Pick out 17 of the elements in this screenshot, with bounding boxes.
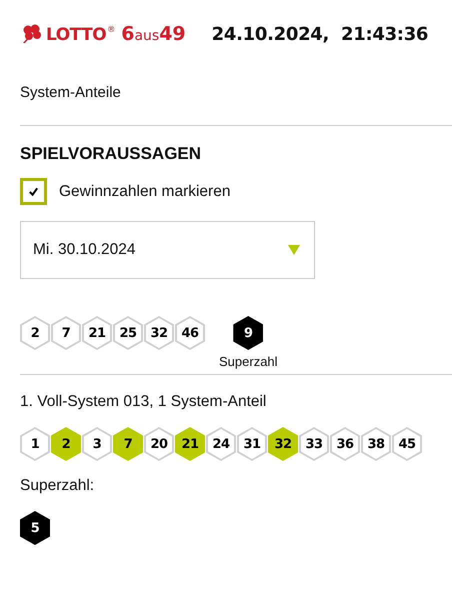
superzahl-label: Superzahl: (20, 477, 96, 495)
date-dropdown[interactable]: Mi. 30.10.2024 (20, 221, 315, 279)
timestamp: 24.10.2024, 21:43:36 (212, 24, 428, 44)
clover-icon (20, 24, 44, 44)
logo-wordmark: LOTTO (46, 25, 106, 45)
section-label: System-Anteile (20, 84, 122, 101)
section-heading: SPIELVORAUSSAGEN (20, 144, 202, 164)
registered-mark: ® (107, 25, 116, 34)
system-title: 1. Voll-System 013, 1 System-Anteil (20, 393, 268, 411)
superzahl-label: Superzahl (219, 354, 278, 369)
check-icon (28, 186, 39, 197)
logo-aus: aus (134, 28, 160, 44)
checkbox-label: Gewinnzahlen markieren (59, 182, 230, 200)
logo-fortynine: 49 (159, 23, 186, 45)
dropdown-caret-icon (288, 245, 300, 255)
logo-six: 6 (121, 23, 134, 45)
checkbox[interactable] (20, 178, 47, 205)
